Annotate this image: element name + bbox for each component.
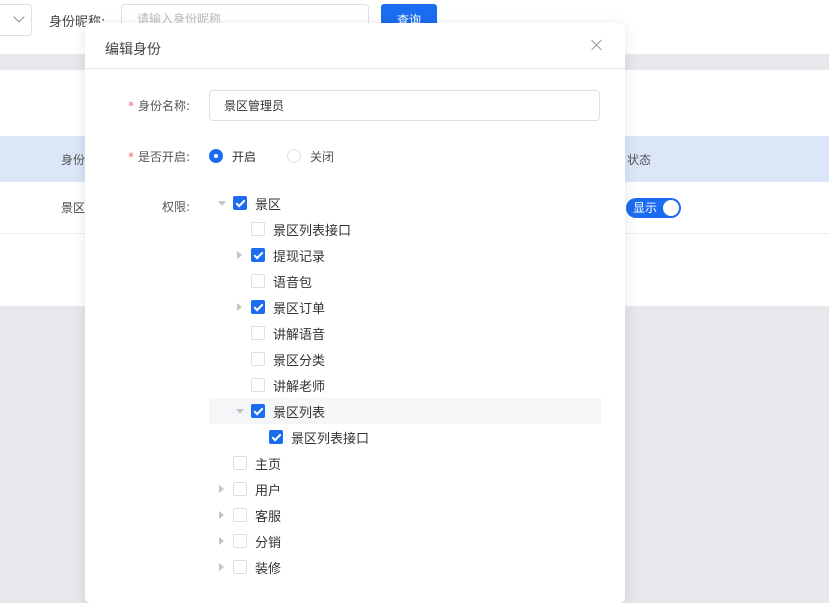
tree-node-label: 景区列表接口: [291, 432, 370, 447]
tree-node-scenic-category[interactable]: 景区分类: [209, 346, 601, 372]
tree-node-home[interactable]: 主页: [209, 450, 601, 476]
column-header-identity: 身份: [61, 153, 86, 167]
caret-right-icon[interactable]: [237, 303, 242, 311]
enabled-label: * 是否开启:: [127, 150, 190, 164]
tree-node-scenic-list-api-child[interactable]: 景区列表接口: [209, 424, 601, 450]
tree-node-scenic-list-api[interactable]: 景区列表接口: [209, 216, 601, 242]
permissions-label: 权限:: [161, 200, 190, 214]
checkbox-checked-icon[interactable]: [251, 300, 265, 314]
toggle-knob: [663, 200, 679, 216]
checkbox-checked-icon[interactable]: [251, 404, 265, 418]
tree-node-label: 装修: [255, 562, 282, 577]
tree-node-label: 讲解语音: [273, 328, 326, 343]
tree-node-guide-teacher[interactable]: 讲解老师: [209, 372, 601, 398]
tree-node-customer-service[interactable]: 客服: [209, 502, 601, 528]
tree-node-voice-pack[interactable]: 语音包: [209, 268, 601, 294]
tree-node-label: 提现记录: [273, 250, 326, 265]
tree-node-users[interactable]: 用户: [209, 476, 601, 502]
tree-node-label: 讲解老师: [273, 380, 326, 395]
dialog-title: 编辑身份: [105, 42, 161, 58]
checkbox-checked-icon[interactable]: [233, 196, 247, 210]
status-toggle[interactable]: 显示: [626, 198, 681, 218]
checkbox-checked-icon[interactable]: [269, 430, 283, 444]
radio-on-icon: [209, 149, 223, 163]
status-toggle-label: 显示: [633, 201, 658, 215]
radio-disable-label: 关闭: [310, 150, 335, 164]
checkbox-icon[interactable]: [233, 456, 247, 470]
column-header-status: 状态: [627, 153, 652, 167]
caret-right-icon[interactable]: [219, 511, 224, 519]
tree-node-guide-audio[interactable]: 讲解语音: [209, 320, 601, 346]
tree-node-distribution[interactable]: 分销: [209, 528, 601, 554]
checkbox-icon[interactable]: [251, 222, 265, 236]
tree-node-decoration[interactable]: 装修: [209, 554, 601, 580]
tree-node-label: 景区: [255, 198, 282, 213]
identity-name-input[interactable]: [209, 90, 600, 121]
tree-node-label: 分销: [255, 536, 282, 551]
caret-down-icon[interactable]: [218, 201, 226, 206]
tree-node-scenic-list[interactable]: 景区列表: [209, 398, 601, 424]
tree-node-label: 景区列表: [273, 406, 326, 421]
checkbox-icon[interactable]: [251, 326, 265, 340]
filter-select[interactable]: [0, 4, 32, 36]
caret-down-icon[interactable]: [236, 409, 244, 414]
tree-node-label: 语音包: [273, 276, 313, 291]
checkbox-icon[interactable]: [251, 378, 265, 392]
tree-node-label: 主页: [255, 458, 282, 473]
tree-node-scenic-orders[interactable]: 景区订单: [209, 294, 601, 320]
permission-tree: 景区 景区列表接口 提现记录 语音包 景区订单 讲解语音 景区分类 讲解老师 景…: [209, 190, 601, 580]
tree-node-label: 景区列表接口: [273, 224, 352, 239]
close-icon[interactable]: [589, 37, 605, 53]
caret-right-icon[interactable]: [237, 251, 242, 259]
checkbox-checked-icon[interactable]: [251, 248, 265, 262]
tree-node-label: 用户: [255, 484, 282, 499]
checkbox-icon[interactable]: [233, 560, 247, 574]
checkbox-icon[interactable]: [251, 352, 265, 366]
checkbox-icon[interactable]: [233, 508, 247, 522]
tree-node-label: 景区订单: [273, 302, 326, 317]
tree-node-label: 景区分类: [273, 354, 326, 369]
edit-identity-dialog: 编辑身份 *身份名称: *是否开启: 开启 关闭 权限: 景区 景区列表接口 提…: [85, 23, 625, 603]
chevron-down-icon: [13, 11, 25, 23]
required-asterisk: *: [127, 99, 134, 113]
dialog-header: 编辑身份: [85, 23, 625, 69]
radio-enable-label: 开启: [232, 150, 257, 164]
caret-right-icon[interactable]: [219, 537, 224, 545]
tree-node-scenic[interactable]: 景区: [209, 190, 601, 216]
checkbox-icon[interactable]: [251, 274, 265, 288]
tree-node-withdrawals[interactable]: 提现记录: [209, 242, 601, 268]
required-asterisk: *: [127, 150, 134, 164]
row-identity-cell: 景区: [61, 201, 86, 215]
checkbox-icon[interactable]: [233, 534, 247, 548]
name-label: * 身份名称:: [127, 99, 190, 113]
tree-node-label: 客服: [255, 510, 282, 525]
radio-off-icon: [287, 149, 301, 163]
caret-right-icon[interactable]: [219, 563, 224, 571]
checkbox-icon[interactable]: [233, 482, 247, 496]
caret-right-icon[interactable]: [219, 485, 224, 493]
